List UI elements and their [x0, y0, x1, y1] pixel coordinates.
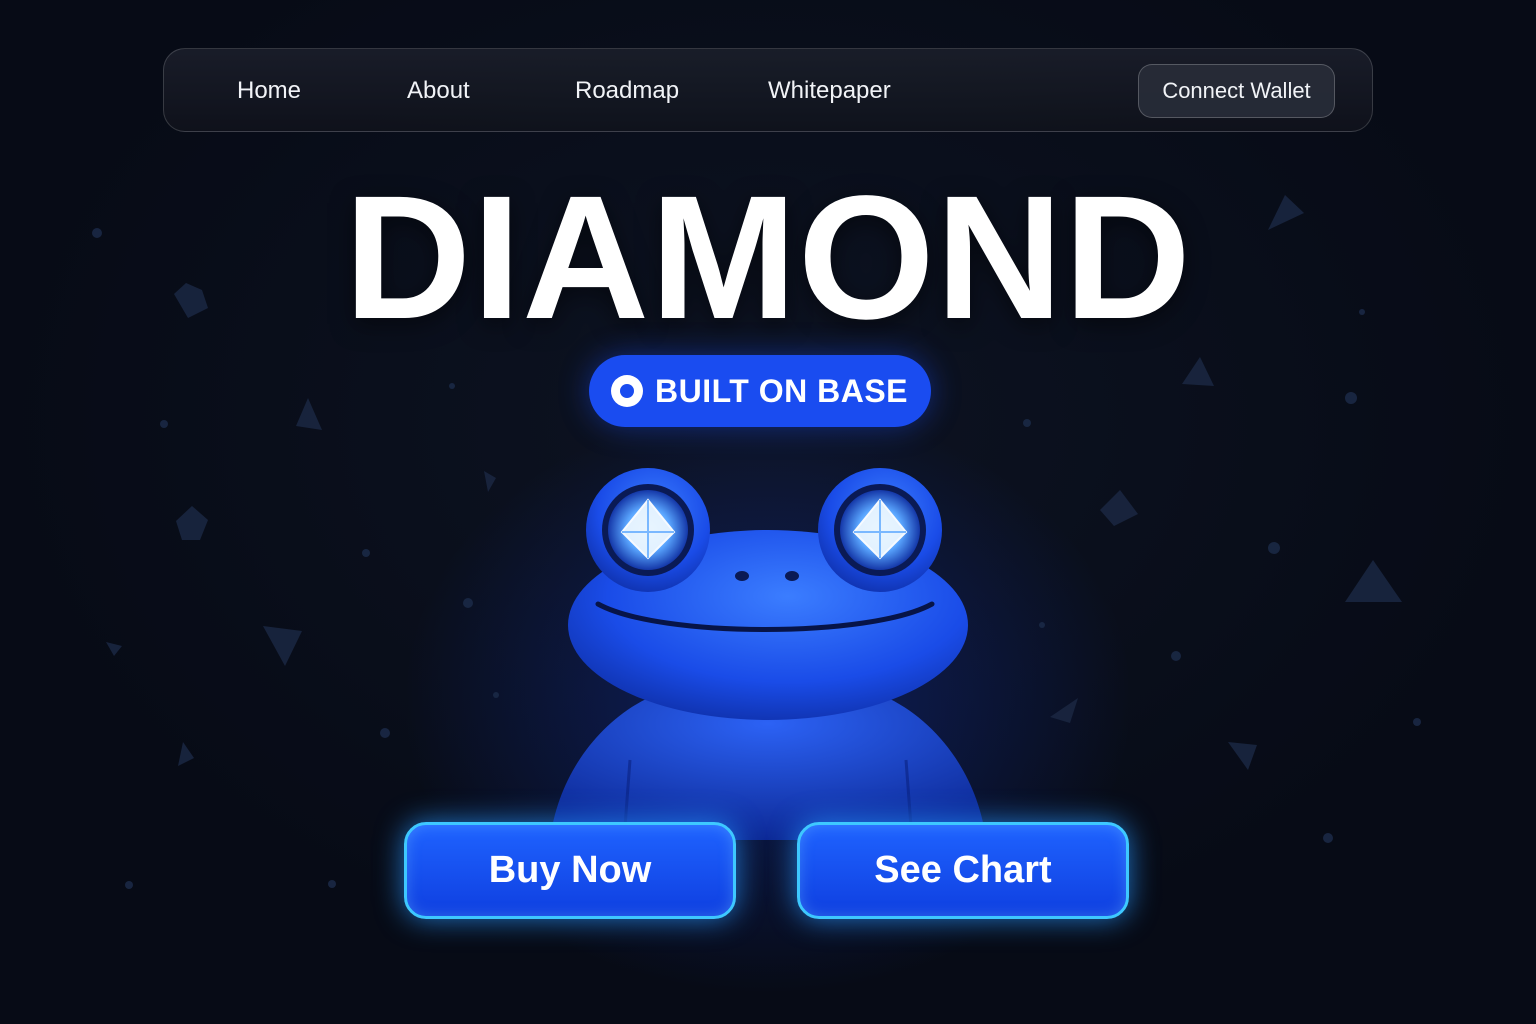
- nav-link-home[interactable]: Home: [237, 49, 301, 133]
- base-logo-icon: [611, 375, 643, 407]
- nav-link-about[interactable]: About: [407, 49, 470, 133]
- see-chart-button[interactable]: See Chart: [797, 822, 1129, 919]
- buy-now-button[interactable]: Buy Now: [404, 822, 736, 919]
- badge-label: BUILT ON BASE: [655, 373, 909, 409]
- top-nav: Home About Roadmap Whitepaper Connect Wa…: [163, 48, 1373, 132]
- connect-wallet-button[interactable]: Connect Wallet: [1138, 64, 1335, 118]
- built-on-base-badge: BUILT ON BASE: [589, 355, 931, 427]
- nav-link-whitepaper[interactable]: Whitepaper: [768, 49, 891, 133]
- hero-title: DIAMOND: [344, 160, 1192, 356]
- landing-page: Home About Roadmap Whitepaper Connect Wa…: [0, 0, 1536, 1024]
- frog-mascot-illustration: [550, 468, 986, 840]
- nav-link-roadmap[interactable]: Roadmap: [575, 49, 679, 133]
